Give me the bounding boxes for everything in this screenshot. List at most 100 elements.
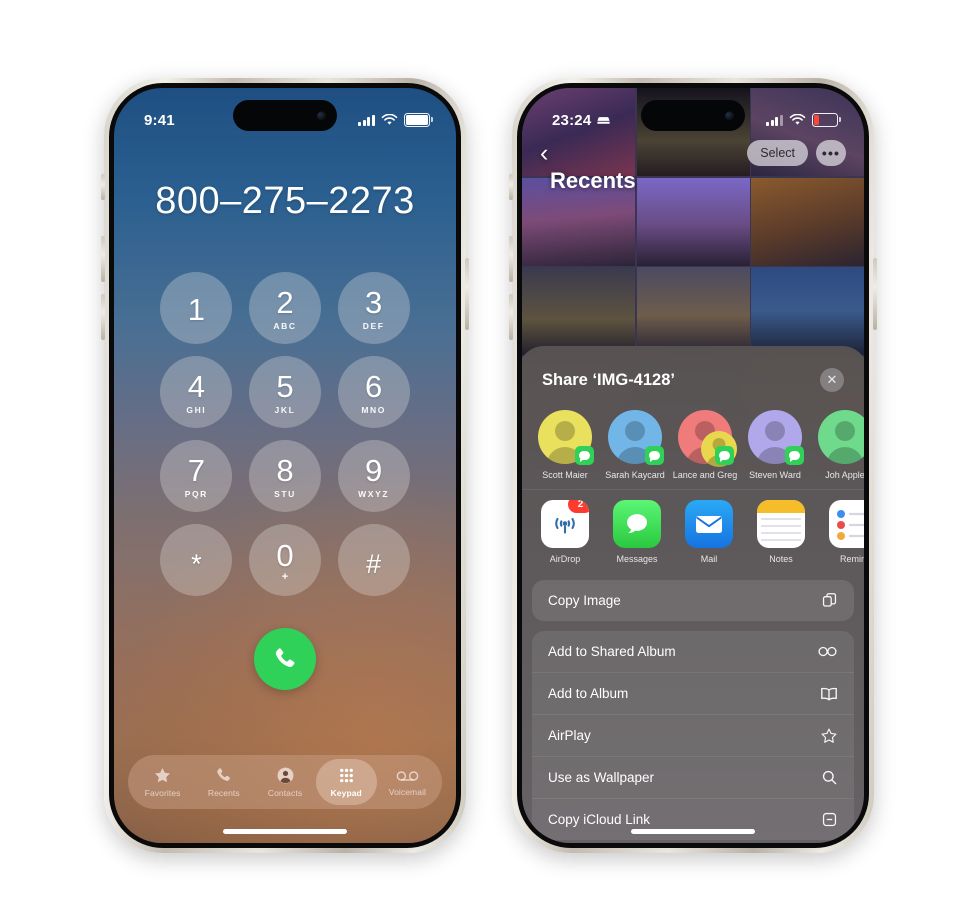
tab-keypad[interactable]: Keypad: [315, 759, 377, 805]
photo-thumbnail[interactable]: [636, 267, 750, 355]
share-actions-primary[interactable]: Copy Image: [532, 580, 854, 622]
phone-bezel-left: 9:41 800–275–2273 1 2ABC 3DEF 4GHI 5J: [109, 83, 461, 848]
screen-left: 9:41 800–275–2273 1 2ABC 3DEF 4GHI 5J: [114, 88, 456, 843]
phone-bezel-right: 23:24 ‹ Select ••• Recents Share ‘IMG-41…: [517, 83, 869, 848]
action-use-as-wallpaper[interactable]: Use as Wallpaper: [532, 756, 854, 798]
photo-thumbnail[interactable]: [636, 177, 750, 266]
messages-badge-icon: [715, 446, 734, 465]
phone-tab-bar[interactable]: Favorites Recents Contacts Keypad Voicem…: [128, 755, 442, 809]
tab-recents[interactable]: Recents: [193, 759, 254, 805]
action-add-to-shared-album[interactable]: Add to Shared Album: [532, 631, 854, 672]
messages-badge-icon: [645, 446, 664, 465]
share-app-airdrop[interactable]: 2 AirDrop: [536, 500, 594, 564]
voicemail-icon: [396, 770, 419, 781]
key-star[interactable]: *: [160, 524, 233, 596]
key-digit: 5: [276, 369, 294, 404]
photo-thumbnail[interactable]: [751, 267, 864, 355]
share-contact[interactable]: Scott Maier: [532, 410, 598, 481]
share-sheet-title: Share ‘IMG-4128’: [542, 370, 675, 389]
action-label: Add to Album: [548, 686, 629, 702]
action-label: Copy Image: [548, 593, 621, 609]
app-label: Messages: [616, 554, 658, 565]
share-contact[interactable]: Lance and Greg: [672, 410, 738, 481]
avatar-wrap: [748, 410, 804, 465]
status-time: 9:41: [144, 111, 175, 129]
key-digit: #: [366, 548, 382, 579]
key-letters: GHI: [186, 405, 207, 415]
home-indicator[interactable]: [631, 829, 755, 834]
key-hash[interactable]: #: [337, 524, 410, 596]
album-title: Recents: [550, 168, 636, 193]
photos-navigation-bar: ‹ Select •••: [522, 140, 864, 166]
photo-thumbnail[interactable]: [751, 177, 864, 266]
key-letters: PQR: [184, 489, 208, 499]
share-contacts-row[interactable]: Scott Maier Sarah Kaycard Lance and Greg…: [522, 402, 864, 485]
action-label: Add to Shared Album: [548, 644, 676, 660]
key-digit: 1: [187, 291, 205, 327]
close-icon[interactable]: ✕: [820, 368, 844, 392]
app-label: Mail: [700, 554, 718, 565]
share-app-messages[interactable]: Messages: [608, 500, 666, 564]
select-button[interactable]: Select: [747, 140, 808, 166]
share-app-reminders[interactable]: Remin: [824, 500, 864, 564]
tab-voicemail[interactable]: Voicemail: [377, 759, 438, 805]
key-letters: STU: [274, 489, 296, 499]
power-button[interactable]: [465, 258, 469, 330]
airdrop-badge: 2: [568, 500, 589, 514]
key-0[interactable]: 0 +: [248, 524, 321, 596]
key-9[interactable]: 9 WXYZ: [337, 440, 410, 512]
key-1[interactable]: 1: [160, 272, 233, 344]
action-button[interactable]: [509, 174, 513, 200]
share-app-mail[interactable]: Mail: [680, 500, 738, 564]
call-button[interactable]: [254, 628, 316, 690]
share-apps-row[interactable]: 2 AirDrop Messages Mail Notes Remin: [522, 489, 864, 570]
avatar-wrap: [608, 410, 664, 465]
dynamic-island: [233, 100, 337, 131]
tab-favorites[interactable]: Favorites: [132, 759, 193, 805]
action-add-to-album[interactable]: Add to Album: [532, 672, 854, 714]
star-outline-icon: [820, 727, 838, 745]
contact-name: Lance and Greg: [672, 470, 738, 480]
key-2[interactable]: 2 ABC: [248, 272, 321, 344]
key-7[interactable]: 7 PQR: [160, 440, 233, 512]
volume-down-button[interactable]: [101, 294, 105, 340]
share-contact[interactable]: Steven Ward: [742, 410, 808, 481]
volume-up-button[interactable]: [101, 236, 105, 282]
person-circle-icon: [277, 767, 293, 784]
power-button[interactable]: [873, 258, 877, 330]
tab-label: Keypad: [330, 788, 362, 798]
action-copy-image[interactable]: Copy Image: [532, 580, 854, 621]
key-digit: 6: [365, 369, 383, 404]
key-8[interactable]: 8 STU: [248, 440, 321, 512]
app-label: Remin: [839, 554, 864, 565]
wifi-icon: [789, 114, 806, 125]
key-digit: 9: [365, 453, 383, 488]
key-letters: MNO: [361, 405, 386, 415]
avatar-wrap: [818, 410, 864, 464]
share-actions-list[interactable]: Add to Shared Album Add to Album AirPlay: [532, 631, 854, 841]
car-icon: [597, 117, 611, 124]
share-contact[interactable]: Sarah Kaycard: [602, 410, 668, 481]
tab-contacts[interactable]: Contacts: [254, 759, 315, 805]
dial-keypad[interactable]: 1 2 ABC 3 DEF 4 GHI 5 JKL 6 MNO 7 PQR 8 STU 9 WX…: [114, 272, 456, 596]
key-letters: DEF: [362, 321, 385, 331]
chevron-left-icon[interactable]: ‹: [540, 140, 548, 166]
volume-down-button[interactable]: [509, 294, 513, 340]
action-button[interactable]: [101, 174, 105, 200]
home-indicator[interactable]: [223, 829, 347, 834]
key-4[interactable]: 4 GHI: [160, 356, 233, 428]
notes-icon: [757, 500, 805, 549]
action-airplay[interactable]: AirPlay: [532, 714, 854, 756]
key-6[interactable]: 6 MNO: [337, 356, 410, 428]
share-app-notes[interactable]: Notes: [752, 500, 810, 564]
action-label: Copy iCloud Link: [548, 812, 651, 828]
reminders-icon: [829, 500, 864, 549]
share-contact[interactable]: Joh Apple: [812, 410, 864, 481]
key-5[interactable]: 5 JKL: [248, 356, 321, 428]
photo-thumbnail[interactable]: [522, 267, 635, 355]
more-options-button[interactable]: •••: [816, 140, 846, 166]
volume-up-button[interactable]: [509, 236, 513, 282]
contact-name: Scott Maier: [542, 470, 588, 480]
dialed-number: 800–275–2273: [155, 180, 415, 222]
key-3[interactable]: 3 DEF: [337, 272, 410, 344]
